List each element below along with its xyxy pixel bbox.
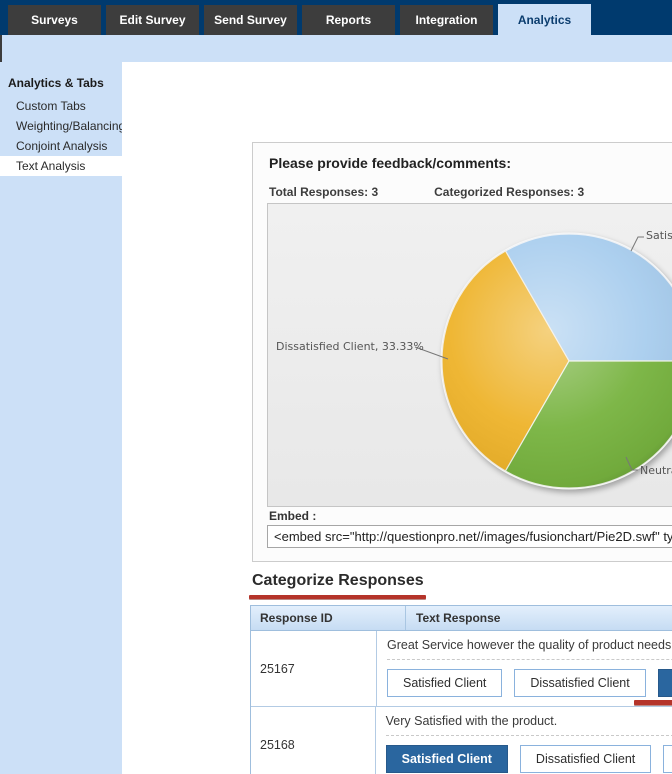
table-row: 25168 Very Satisfied with the product. S…: [251, 707, 672, 774]
response-counts: Total Responses: 3 Categorized Responses…: [269, 185, 584, 199]
embed-label: Embed :: [269, 509, 317, 523]
leader-line-satisfied: [630, 236, 644, 252]
response-cell: Great Service however the quality of pro…: [377, 631, 672, 706]
satisfied-client-button[interactable]: Satisfied Client: [385, 745, 508, 773]
response-text: Very Satisfied with the product.: [385, 714, 672, 736]
table-header-row: Response ID Text Response: [251, 606, 672, 631]
dissatisfied-client-button[interactable]: Dissatisfied Client: [514, 669, 646, 697]
tab-reports[interactable]: Reports: [302, 5, 395, 35]
total-responses: Total Responses: 3: [269, 185, 379, 199]
category-buttons: Satisfied Client Dissatisfied Client Neu…: [385, 745, 672, 773]
response-id: 25168: [251, 707, 376, 774]
main-content: Please provide feedback/comments: Total …: [122, 62, 672, 774]
sidebar-item-text-analysis[interactable]: Text Analysis: [0, 156, 122, 176]
sidebar-title: Analytics & Tabs: [8, 76, 104, 90]
chart-label-satisfied: Satisfied Client, 33.33%: [646, 229, 672, 242]
sidebar-item-custom-tabs[interactable]: Custom Tabs: [0, 96, 122, 116]
tab-integration[interactable]: Integration: [400, 5, 493, 35]
analytics-page: Surveys Edit Survey Send Survey Reports …: [0, 0, 672, 774]
tab-surveys[interactable]: Surveys: [8, 5, 101, 35]
column-header-response-id: Response ID: [251, 606, 406, 630]
question-title: Please provide feedback/comments:: [269, 155, 511, 171]
annotation-underline-heading: [249, 595, 426, 599]
tab-send-survey[interactable]: Send Survey: [204, 5, 297, 35]
analytics-sidebar: Analytics & Tabs Custom Tabs Weighting/B…: [0, 62, 125, 774]
sub-header-band: [0, 35, 672, 62]
chart-label-dissatisfied: Dissatisfied Client, 33.33%: [276, 340, 424, 353]
neutral-client-button[interactable]: Neutral Client: [657, 669, 672, 697]
pie-chart: Satisfied Client, 33.33% Dissatisfied Cl…: [267, 203, 672, 507]
sidebar-item-weighting-balancing[interactable]: Weighting/Balancing: [0, 116, 125, 136]
categorized-responses: Categorized Responses: 3: [434, 185, 585, 199]
column-header-text-response: Text Response: [416, 611, 501, 625]
sidebar-item-conjoint-analysis[interactable]: Conjoint Analysis: [0, 136, 122, 156]
feedback-panel: Please provide feedback/comments: Total …: [252, 142, 672, 562]
annotation-underline: [633, 700, 672, 705]
table-row: 25167 Great Service however the quality …: [251, 631, 672, 707]
satisfied-client-button[interactable]: Satisfied Client: [387, 669, 503, 697]
chart-label-neutral: Neutral Client, 33.33%: [640, 464, 672, 477]
tab-analytics[interactable]: Analytics: [498, 4, 591, 35]
response-cell: Very Satisfied with the product. Satisfi…: [376, 707, 672, 774]
categorize-responses-title: Categorize Responses: [252, 572, 424, 589]
category-buttons: Satisfied Client Dissatisfied Client Neu…: [387, 669, 672, 705]
embed-code-input[interactable]: [267, 525, 672, 548]
tab-edit-survey[interactable]: Edit Survey: [106, 5, 199, 35]
top-tab-bar: Surveys Edit Survey Send Survey Reports …: [0, 0, 672, 35]
dissatisfied-client-button[interactable]: Dissatisfied Client: [519, 745, 652, 773]
response-id: 25167: [251, 631, 378, 706]
pie-chart-svg: [414, 232, 672, 490]
responses-table: Response ID Text Response 25167 Great Se…: [250, 605, 672, 774]
neutral-client-button[interactable]: Neutral Client: [663, 745, 672, 773]
response-text: Great Service however the quality of pro…: [387, 638, 672, 660]
